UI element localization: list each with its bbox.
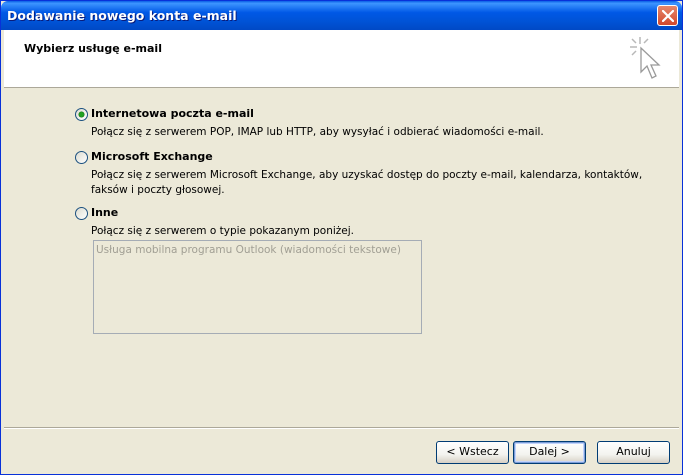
other-services-list[interactable]: Usługa mobilna programu Outlook (wiadomo… — [93, 240, 422, 334]
list-item[interactable]: Usługa mobilna programu Outlook (wiadomo… — [96, 244, 401, 256]
cursor-sparkle-icon — [630, 37, 661, 79]
close-icon — [662, 10, 674, 22]
option-description: Połącz się z serwerem o typie pokazanym … — [91, 225, 355, 237]
option-label[interactable]: Internetowa poczta e-mail — [91, 107, 254, 120]
divider — [4, 427, 679, 429]
cancel-button[interactable]: Anuluj — [597, 441, 670, 464]
add-email-account-dialog: Dodawanie nowego konta e-mail Wybierz us… — [0, 0, 683, 475]
close-button[interactable] — [657, 5, 678, 26]
next-button[interactable]: Dalej > — [513, 441, 586, 464]
radio-internet-email[interactable] — [75, 108, 88, 121]
option-label[interactable]: Microsoft Exchange — [91, 150, 213, 163]
back-button[interactable]: < Wstecz — [436, 441, 509, 464]
window-title: Dodawanie nowego konta e-mail — [7, 8, 237, 23]
radio-microsoft-exchange[interactable] — [75, 151, 88, 164]
page-title: Wybierz usługę e-mail — [24, 42, 162, 55]
option-label[interactable]: Inne — [91, 206, 118, 219]
wizard-header: Wybierz usługę e-mail — [4, 30, 679, 88]
option-description: Połącz się z serwerem Microsoft Exchange… — [91, 169, 643, 196]
title-bar: Dodawanie nowego konta e-mail — [1, 1, 682, 30]
radio-other[interactable] — [75, 207, 88, 220]
option-description: Połącz się z serwerem POP, IMAP lub HTTP… — [91, 126, 544, 138]
